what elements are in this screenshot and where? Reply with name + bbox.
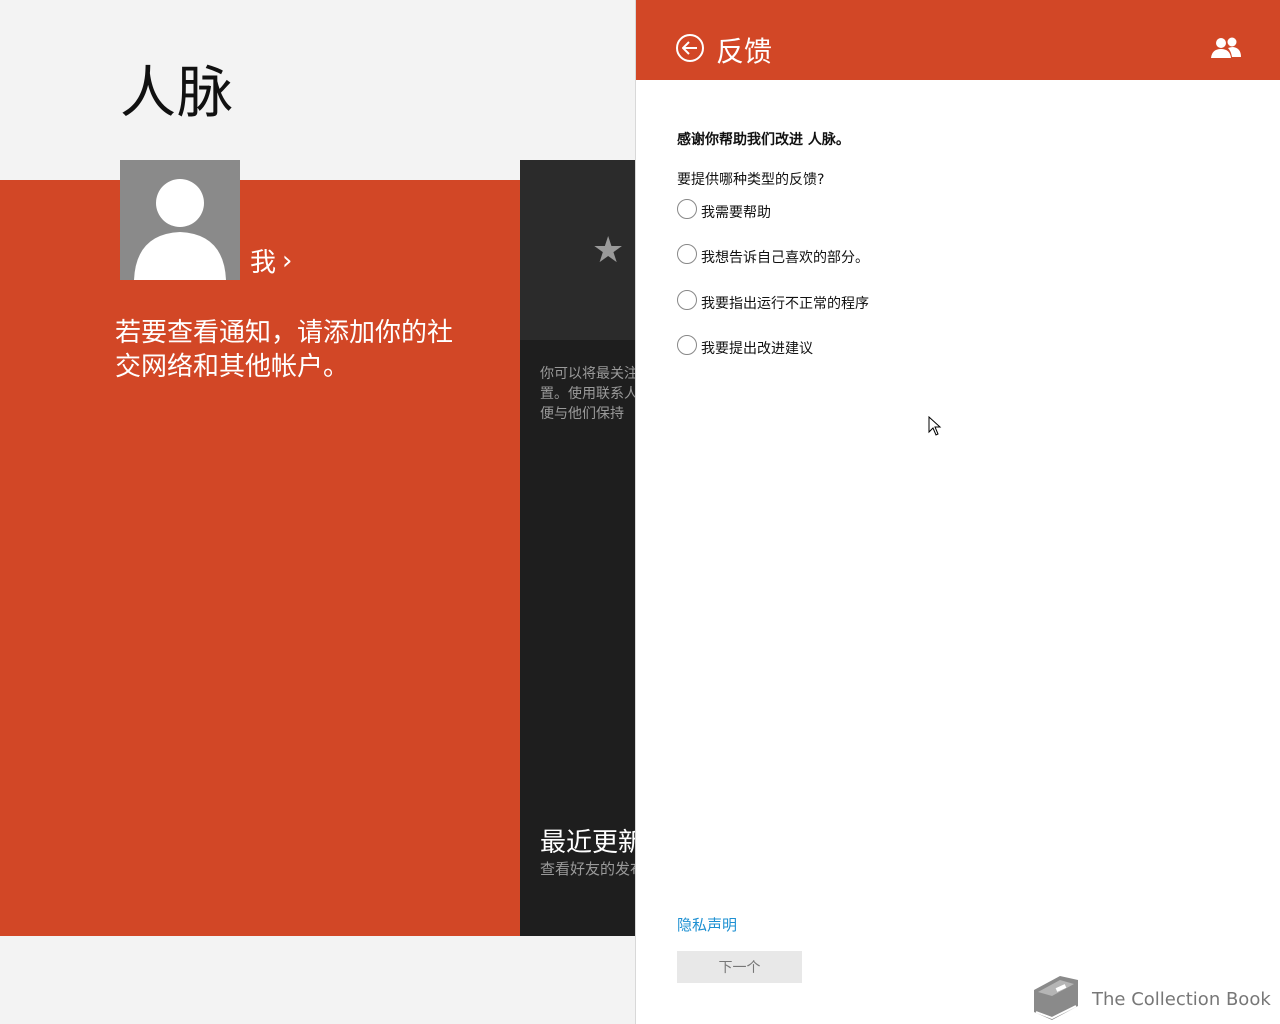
favorites-description: 你可以将最关注的人放在特殊位置。使用联系人添加到收藏夹以便与他们保持 <box>540 366 635 422</box>
back-button[interactable] <box>676 34 704 62</box>
radio-button[interactable] <box>677 199 697 219</box>
feedback-option-suggestion[interactable]: 我要提出改进建议 <box>677 335 813 358</box>
feedback-option-need-help[interactable]: 我需要帮助 <box>677 199 771 222</box>
people-icon <box>1211 37 1241 58</box>
arrow-left-icon <box>682 41 697 55</box>
privacy-statement-link[interactable]: 隐私声明 <box>677 914 737 935</box>
flyout-header: 反馈 <box>636 0 1280 80</box>
notifications-message: 若要查看通知，请添加你的社交网络和其他帐户。 <box>115 318 454 382</box>
favorites-tile[interactable]: ★ <box>520 160 635 340</box>
feedback-option-report-problem[interactable]: 我要指出运行不正常的程序 <box>677 290 869 313</box>
notifications-panel <box>0 180 520 936</box>
recent-updates-title[interactable]: 最近更新 <box>540 822 635 859</box>
me-label: 我 <box>250 248 277 278</box>
chevron-right-icon: › <box>282 245 293 276</box>
person-silhouette-icon <box>134 179 226 280</box>
option-label: 我要指出运行不正常的程序 <box>701 296 869 312</box>
radio-button[interactable] <box>677 244 697 264</box>
radio-button[interactable] <box>677 290 697 310</box>
feedback-flyout: 反馈 感谢你帮助我们改进 人脉。 要提供哪种类型的反馈? 我需要帮助 我想告诉自… <box>635 0 1280 1024</box>
avatar[interactable] <box>120 160 240 280</box>
feedback-intro: 感谢你帮助我们改进 人脉。 <box>677 132 850 148</box>
mouse-cursor-icon <box>928 416 942 436</box>
watermark-text: The Collection Book <box>1092 988 1271 1010</box>
feedback-question: 要提供哪种类型的反馈? <box>677 172 825 188</box>
star-icon: ★ <box>592 230 625 271</box>
app-title: 人脉 <box>120 61 234 126</box>
book-icon <box>1034 976 1078 1020</box>
flyout-title: 反馈 <box>716 35 773 68</box>
watermark: The Collection Book <box>1030 976 1271 1022</box>
next-button[interactable]: 下一个 <box>677 951 802 983</box>
option-label: 我需要帮助 <box>701 205 771 221</box>
radio-button[interactable] <box>677 335 697 355</box>
feedback-option-like[interactable]: 我想告诉自己喜欢的部分。 <box>677 244 869 267</box>
favorites-panel: 你可以将最关注的人放在特殊位置。使用联系人添加到收藏夹以便与他们保持 最近更新 … <box>520 340 635 936</box>
me-link[interactable]: 我 › <box>250 242 292 279</box>
option-label: 我想告诉自己喜欢的部分。 <box>701 250 869 266</box>
recent-updates-subtitle: 查看好友的发布 <box>540 860 635 878</box>
option-label: 我要提出改进建议 <box>701 341 813 357</box>
